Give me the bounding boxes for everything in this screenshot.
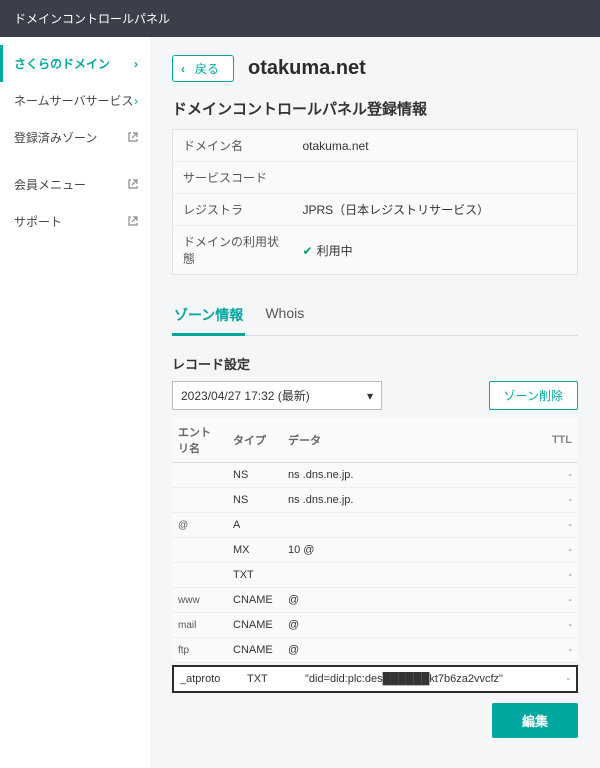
info-value: JPRS（日本レジストリサービス） — [293, 194, 578, 226]
chevron-right-icon: › — [134, 57, 138, 71]
sidebar-item-member-menu[interactable]: 会員メニュー — [0, 166, 150, 203]
topbar: ドメインコントロールパネル — [0, 0, 600, 37]
info-row-status: ドメインの利用状態 ✔利用中 — [173, 226, 578, 275]
info-section-title: ドメインコントロールパネル登録情報 — [172, 98, 578, 119]
zone-delete-button[interactable]: ゾーン削除 — [489, 381, 578, 410]
page-header: ‹ 戻る otakuma.net — [172, 55, 578, 82]
external-link-icon — [128, 131, 138, 145]
tabs: ゾーン情報 Whois — [172, 297, 578, 336]
record-row: MX10 @- — [172, 538, 578, 563]
chevron-right-icon: › — [134, 94, 138, 108]
back-button[interactable]: ‹ 戻る — [172, 55, 234, 82]
record-row: @A- — [172, 513, 578, 538]
info-key: ドメインの利用状態 — [173, 226, 293, 275]
col-data: データ — [282, 418, 538, 463]
snapshot-select[interactable]: 2023/04/27 17:32 (最新) ▾ — [172, 381, 382, 410]
sidebar-item-label: ネームサーバサービス — [14, 92, 134, 109]
col-ttl: TTL — [538, 418, 578, 463]
sidebar-item-nameserver[interactable]: ネームサーバサービス › — [0, 82, 150, 119]
main-content: ‹ 戻る otakuma.net ドメインコントロールパネル登録情報 ドメイン名… — [150, 37, 600, 768]
info-row-domain-name: ドメイン名 otakuma.net — [173, 130, 578, 162]
external-link-icon — [128, 215, 138, 229]
highlighted-record: _atproto TXT "did=did:plc:des██████kt7b6… — [172, 665, 578, 693]
sidebar-item-domain[interactable]: さくらのドメイン › — [0, 45, 150, 82]
info-value — [293, 162, 578, 194]
tab-zone-info[interactable]: ゾーン情報 — [172, 297, 245, 336]
info-row-service-code: サービスコード — [173, 162, 578, 194]
info-value: otakuma.net — [293, 130, 578, 162]
records-controls: 2023/04/27 17:32 (最新) ▾ ゾーン削除 — [172, 381, 578, 410]
info-row-registrar: レジストラ JPRS（日本レジストリサービス） — [173, 194, 578, 226]
chevron-down-icon: ▾ — [367, 389, 373, 403]
hl-type: TXT — [247, 673, 287, 685]
info-value: ✔利用中 — [293, 226, 578, 275]
hl-entry: _atproto — [180, 673, 229, 685]
hl-ttl: - — [540, 673, 570, 685]
tab-whois[interactable]: Whois — [263, 297, 306, 335]
info-key: ドメイン名 — [173, 130, 293, 162]
record-row: mailCNAME@- — [172, 613, 578, 638]
hl-data: "did=did:plc:des██████kt7b6za2vvcfz" — [305, 673, 522, 685]
record-row: NSns .dns.ne.jp.- — [172, 488, 578, 513]
records-heading: レコード設定 — [172, 354, 578, 373]
sidebar-item-registered-zone[interactable]: 登録済みゾーン — [0, 119, 150, 156]
info-table: ドメイン名 otakuma.net サービスコード レジストラ JPRS（日本レ… — [172, 129, 578, 275]
col-type: タイプ — [227, 418, 282, 463]
record-row: wwwCNAME@- — [172, 588, 578, 613]
edit-button[interactable]: 編集 — [492, 703, 578, 738]
info-key: レジストラ — [173, 194, 293, 226]
sidebar-item-label: 登録済みゾーン — [14, 129, 97, 146]
sidebar-item-label: 会員メニュー — [14, 176, 86, 193]
sidebar: さくらのドメイン › ネームサーバサービス › 登録済みゾーン 会員メニュー サ… — [0, 37, 150, 768]
check-icon: ✔ — [303, 244, 313, 258]
sidebar-item-label: さくらのドメイン — [14, 55, 110, 72]
record-row: ftpCNAME@- — [172, 638, 578, 663]
back-label: 戻る — [195, 60, 219, 77]
domain-title: otakuma.net — [248, 57, 366, 80]
sidebar-item-support[interactable]: サポート — [0, 203, 150, 240]
col-entry: エントリ名 — [172, 418, 227, 463]
records-table: エントリ名 タイプ データ TTL NSns .dns.ne.jp.- NSns… — [172, 418, 578, 663]
record-row: TXT- — [172, 563, 578, 588]
external-link-icon — [128, 178, 138, 192]
topbar-title: ドメインコントロールパネル — [14, 12, 170, 26]
chevron-left-icon: ‹ — [181, 62, 185, 76]
record-row: NSns .dns.ne.jp.- — [172, 463, 578, 488]
snapshot-value: 2023/04/27 17:32 (最新) — [181, 387, 310, 404]
info-key: サービスコード — [173, 162, 293, 194]
sidebar-item-label: サポート — [14, 213, 62, 230]
